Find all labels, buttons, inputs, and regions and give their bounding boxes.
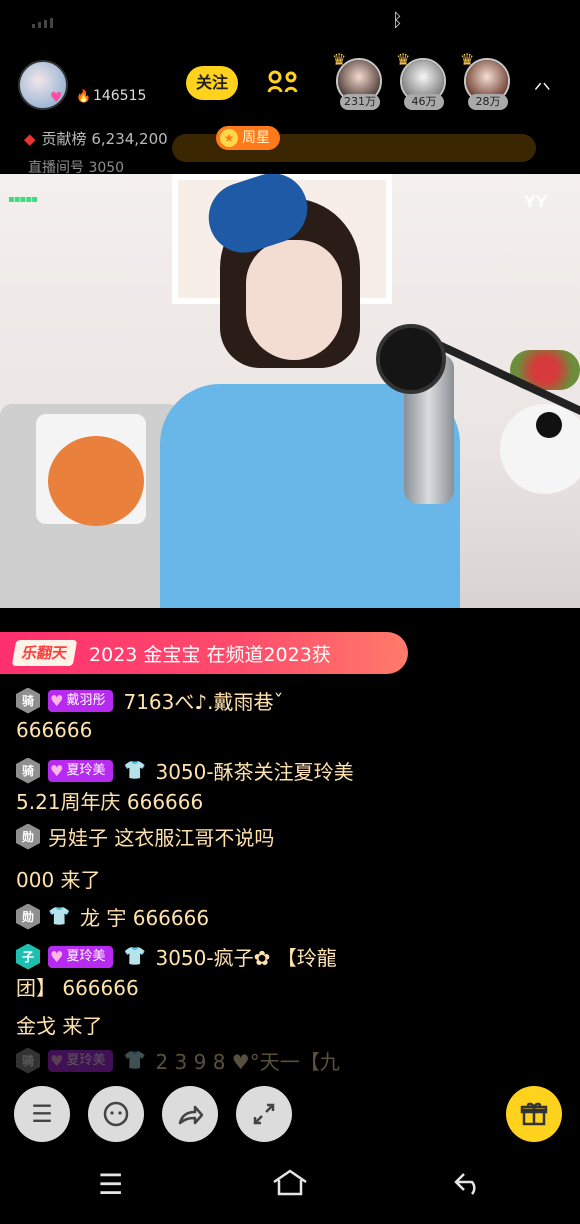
- fullscreen-icon[interactable]: [236, 1086, 292, 1142]
- back-icon[interactable]: [452, 1168, 486, 1205]
- fan-badge: ♥ 戴羽彤: [48, 689, 114, 712]
- gift-icon[interactable]: [506, 1086, 562, 1142]
- chat-message: 骑 ♥ 戴羽彤 7163べ♪.戴雨巷ˇ: [16, 686, 284, 715]
- network-indicator-icon: ▪▪▪▪▪: [8, 194, 38, 205]
- shirt-icon: 👕: [123, 945, 146, 967]
- crown-icon: ♛: [332, 50, 347, 69]
- chat-message: 666666: [16, 718, 93, 742]
- chat-message: 团】 666666: [16, 976, 139, 1000]
- bluetooth-icon: ᛒ: [392, 10, 403, 31]
- level-badge: 骑: [16, 687, 40, 714]
- link-mic-icon[interactable]: [266, 68, 300, 98]
- announcement-banner[interactable]: 乐翻天 2023 金宝宝 在频道2023获: [0, 632, 408, 674]
- chat-message: 骑 ♥ 夏玲美 👕 2 3 9 8 ♥°天一【九: [16, 1046, 340, 1075]
- level-badge: 勋: [16, 903, 40, 930]
- live-room-header: ♥ 🔥 146515 关注 ♛ 231万 ♛ 46万 ♛ 28万 ᐟᐠ ◆ 贡献榜 …: [0, 44, 580, 176]
- fan-badge: ♥ 夏玲美: [48, 759, 114, 782]
- level-badge: 骑: [16, 757, 40, 784]
- chat-icon[interactable]: [88, 1086, 144, 1142]
- week-star-button[interactable]: ★ 周星: [216, 126, 280, 150]
- shirt-icon: 👕: [123, 1049, 146, 1071]
- bottom-toolbar: ☰: [0, 1082, 580, 1146]
- chat-message: 000 来了: [16, 868, 101, 892]
- top-viewer-2[interactable]: ♛ 46万: [396, 50, 446, 110]
- fan-count: 🔥 146515: [76, 88, 147, 104]
- chat-message: 5.21周年庆 666666: [16, 790, 204, 814]
- heart-icon: ♥: [50, 90, 63, 106]
- signal-icon: [32, 18, 53, 28]
- fan-badge: ♥ 夏玲美: [48, 945, 114, 968]
- chat-message: 子 ♥ 夏玲美 👕 3050-疯子✿ 【玲龍: [16, 942, 337, 971]
- level-badge: 骑: [16, 1047, 40, 1074]
- level-badge: 子: [16, 943, 40, 970]
- gem-icon: ◆: [24, 130, 36, 148]
- chat-message: 骑 ♥ 夏玲美 👕 3050-酥茶关注夏玲美: [16, 756, 354, 785]
- crown-icon: ♛: [396, 50, 411, 69]
- star-icon: ★: [220, 129, 238, 147]
- menu-icon[interactable]: ☰: [14, 1086, 70, 1142]
- chat-message: 勋 👕 龙 宇 666666: [16, 902, 209, 931]
- level-badge: 勋: [16, 823, 40, 850]
- recent-apps-icon[interactable]: ☰: [98, 1168, 123, 1201]
- follow-button[interactable]: 关注: [186, 66, 238, 100]
- share-icon[interactable]: [162, 1086, 218, 1142]
- top-viewer-3[interactable]: ♛ 28万: [460, 50, 510, 110]
- home-icon[interactable]: [270, 1168, 310, 1205]
- top-viewer-1[interactable]: ♛ 231万: [332, 50, 382, 110]
- shirt-icon: 👕: [48, 905, 71, 927]
- chat-message: 勋 另娃子 这衣服江哥不说吗: [16, 822, 274, 851]
- live-video[interactable]: ▪▪▪▪▪ YY: [0, 174, 580, 608]
- close-icon[interactable]: ᐟᐠ: [534, 78, 551, 102]
- contribution-rank[interactable]: ◆ 贡献榜 6,234,200: [24, 128, 168, 149]
- system-nav-bar: ☰: [0, 1150, 580, 1224]
- chat-message: 金戈 来了: [16, 1014, 103, 1038]
- crown-icon: ♛: [460, 50, 475, 69]
- flame-icon: 🔥: [76, 89, 91, 103]
- announcement-message: 2023 金宝宝 在频道2023获: [89, 643, 331, 666]
- announcement-tag: 乐翻天: [11, 640, 78, 666]
- fan-badge: ♥ 夏玲美: [48, 1049, 114, 1072]
- status-bar: ᛒ: [0, 0, 580, 44]
- watermark: YY: [524, 192, 548, 211]
- shirt-icon: 👕: [123, 759, 146, 781]
